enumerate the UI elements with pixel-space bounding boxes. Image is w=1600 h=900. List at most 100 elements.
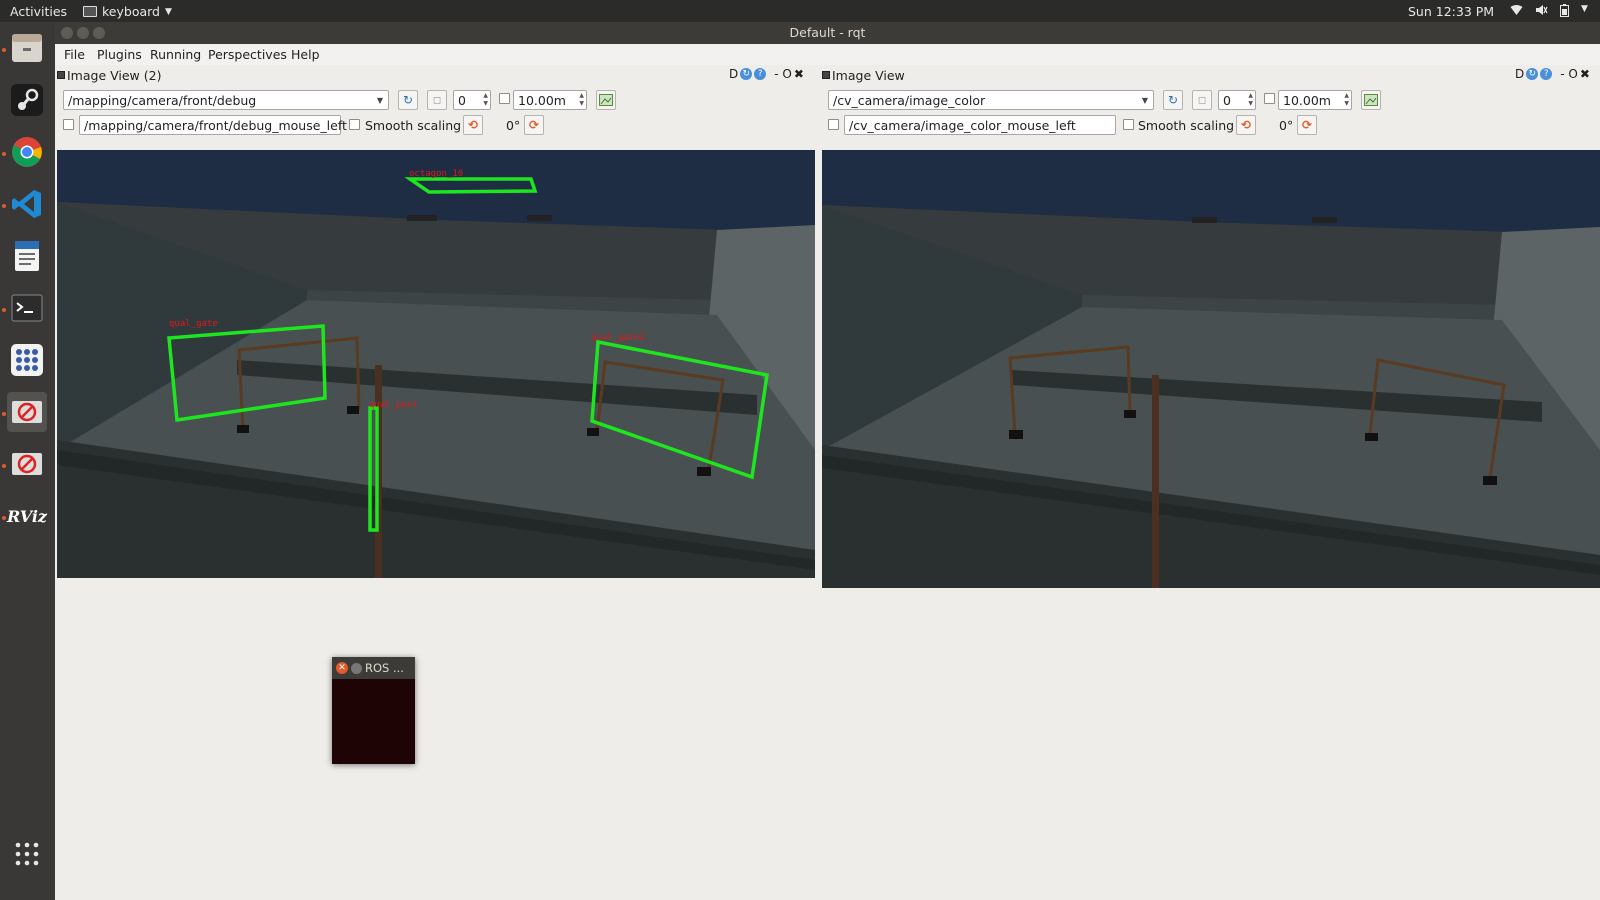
panel-dock-icon[interactable] [57, 71, 65, 79]
minimize-window-button[interactable] [77, 27, 89, 39]
spin-arrows-icon[interactable]: ▲ ▼ [579, 92, 584, 108]
close-icon[interactable]: ✕ [336, 662, 348, 674]
panel-d-button[interactable]: D [1515, 67, 1524, 81]
close-window-button[interactable] [61, 27, 73, 39]
clock[interactable]: Sun 12:33 PM [1408, 4, 1494, 19]
minimize-icon[interactable] [351, 662, 362, 674]
max-range-input[interactable]: 10.00m ▲ ▼ [513, 90, 587, 110]
ros-icon-2[interactable] [7, 444, 47, 484]
menu-perspectives[interactable]: Perspectives [208, 47, 287, 62]
panel-header: Image View (2) D ↻ ? - O ✖ [55, 66, 817, 84]
spin-arrows-icon[interactable]: ▲ ▼ [483, 92, 488, 108]
spin-value: 0 [1223, 93, 1231, 108]
close-icon[interactable]: ✖ [1580, 67, 1590, 81]
show-applications-icon[interactable] [7, 834, 47, 874]
menu-running[interactable]: Running [150, 47, 201, 62]
publish-mouse-checkbox[interactable] [828, 119, 839, 130]
zoom-icon: ◻ [1197, 94, 1207, 106]
app-menu[interactable]: keyboard ▼ [83, 4, 172, 19]
ros-mini-titlebar[interactable]: ✕ ROS ... [332, 657, 415, 679]
rotate-left-icon: ⟲ [1240, 118, 1252, 132]
camera-image-debug[interactable]: octagon_10 qual_gate qual_post qual_gate… [57, 150, 815, 578]
mouse-topic-input[interactable]: /cv_camera/image_color_mouse_left [844, 115, 1116, 135]
menu-help[interactable]: Help [291, 47, 320, 62]
rotate-left-button[interactable]: ⟲ [463, 115, 483, 135]
battery-icon[interactable] [1560, 4, 1569, 20]
spin-value-input[interactable]: 0 ▲ ▼ [453, 90, 491, 110]
reload-icon[interactable]: ↻ [740, 68, 753, 80]
panel-d-button[interactable]: D [729, 67, 738, 81]
help-icon[interactable]: ? [754, 68, 767, 80]
image-view-panel-2: Image View (2) D ↻ ? - O ✖ /mapping/came… [55, 66, 817, 586]
steam-icon[interactable] [7, 80, 47, 120]
window-titlebar[interactable]: Default - rqt [55, 22, 1600, 44]
panel-controls: D ↻ ? - O ✖ [729, 67, 804, 81]
publish-mouse-checkbox[interactable] [63, 119, 74, 130]
ros-icon[interactable] [7, 392, 47, 432]
close-icon[interactable]: ✖ [794, 67, 804, 81]
topic-select-value: /mapping/camera/front/debug [68, 93, 257, 108]
smooth-scaling-checkbox[interactable] [1123, 119, 1134, 130]
mouse-topic-value: /mapping/camera/front/debug_mouse_left [84, 118, 347, 133]
panel-dock-icon[interactable] [822, 71, 830, 79]
refresh-topics-button[interactable]: ↻ [398, 90, 418, 110]
running-indicator [2, 152, 6, 156]
rotate-right-button[interactable]: ⟳ [524, 115, 544, 135]
activities-button[interactable]: Activities [10, 4, 67, 19]
ros-window-title: ROS ... [365, 661, 404, 675]
volume-icon[interactable] [1535, 4, 1548, 20]
apps-grid-icon[interactable] [7, 340, 47, 380]
maximize-window-button[interactable] [93, 27, 105, 39]
save-image-icon [599, 94, 613, 106]
panel-min-float-buttons[interactable]: - O [1560, 67, 1578, 81]
image-display-color[interactable] [822, 150, 1600, 588]
camera-image-color[interactable] [822, 150, 1600, 588]
smooth-scaling-label: Smooth scaling [365, 118, 462, 133]
panel-title: Image View [832, 68, 905, 83]
rviz-icon[interactable]: RViz [7, 496, 47, 536]
refresh-topics-button[interactable]: ↻ [1163, 90, 1183, 110]
mouse-topic-value: /cv_camera/image_color_mouse_left [849, 118, 1076, 133]
save-image-button[interactable] [596, 90, 616, 110]
save-image-button[interactable] [1361, 90, 1381, 110]
running-indicator [2, 48, 6, 52]
vscode-icon[interactable] [7, 184, 47, 224]
menu-caret-icon[interactable]: ▼ [1581, 4, 1588, 20]
ros-mini-window[interactable]: ✕ ROS ... [332, 657, 415, 764]
topic-select[interactable]: /cv_camera/image_color ▼ [828, 90, 1154, 110]
smooth-scaling-checkbox[interactable] [349, 119, 360, 130]
rotate-left-button[interactable]: ⟲ [1236, 115, 1256, 135]
rotate-right-button[interactable]: ⟳ [1297, 115, 1317, 135]
system-tray[interactable]: ▼ [1510, 4, 1588, 20]
max-range-checkbox[interactable] [499, 93, 510, 104]
chrome-icon[interactable] [7, 132, 47, 172]
launcher-dock: RViz [0, 22, 55, 900]
max-range-checkbox[interactable] [1264, 93, 1275, 104]
rotate-right-icon: ⟳ [528, 118, 540, 132]
file-manager-icon[interactable] [7, 28, 47, 68]
rotate-right-icon: ⟳ [1301, 118, 1313, 132]
panel-min-float-buttons[interactable]: - O [774, 67, 792, 81]
refresh-icon: ↻ [1167, 93, 1179, 107]
running-indicator [2, 516, 6, 520]
zoom-button[interactable]: ◻ [427, 90, 447, 110]
label-qual-gate2: qual_gate2 [591, 333, 645, 343]
max-range-value: 10.00m [518, 93, 566, 108]
image-display-debug[interactable]: octagon_10 qual_gate qual_post qual_gate… [57, 150, 815, 578]
help-icon[interactable]: ? [1540, 68, 1553, 80]
menu-plugins[interactable]: Plugins [97, 47, 142, 62]
spin-arrows-icon[interactable]: ▲ ▼ [1344, 92, 1349, 108]
terminal-icon[interactable] [7, 288, 47, 328]
text-editor-icon[interactable] [7, 236, 47, 276]
spin-arrows-icon[interactable]: ▲ ▼ [1248, 92, 1253, 108]
mouse-topic-input[interactable]: /mapping/camera/front/debug_mouse_left [79, 115, 347, 135]
max-range-input[interactable]: 10.00m ▲ ▼ [1278, 90, 1352, 110]
app-name: keyboard [102, 4, 160, 19]
spin-value-input[interactable]: 0 ▲ ▼ [1218, 90, 1256, 110]
reload-icon[interactable]: ↻ [1526, 68, 1539, 80]
menu-file[interactable]: File [64, 47, 85, 62]
chevron-down-icon: ▼ [1141, 96, 1148, 105]
zoom-button[interactable]: ◻ [1192, 90, 1212, 110]
topic-select[interactable]: /mapping/camera/front/debug ▼ [63, 90, 389, 110]
wifi-icon[interactable] [1510, 4, 1523, 20]
